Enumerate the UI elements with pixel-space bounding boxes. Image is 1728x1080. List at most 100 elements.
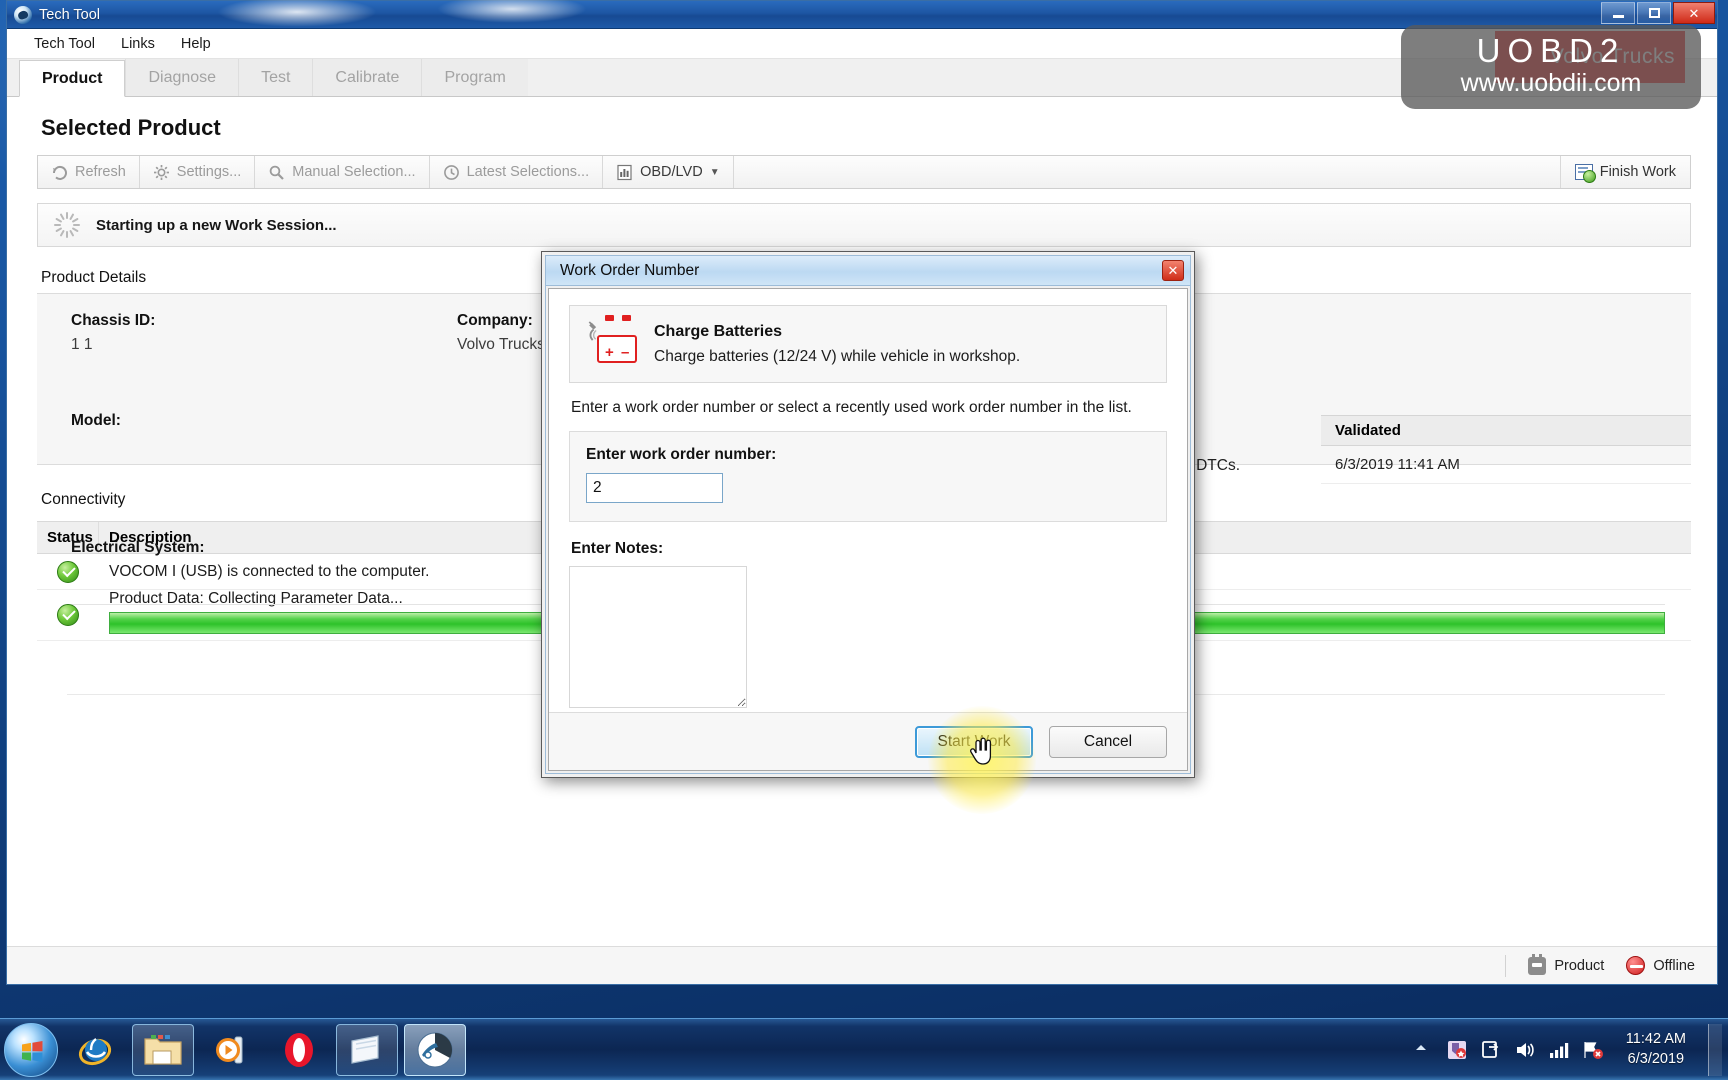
work-order-number-dialog: Work Order Number ✕ + – Charge Batteries… (541, 251, 1195, 778)
refresh-label: Refresh (75, 164, 126, 180)
notice-body: Charge batteries (12/24 V) while vehicle… (654, 347, 1021, 365)
start-button[interactable] (4, 1022, 58, 1077)
work-order-field-group: Enter work order number: (569, 431, 1167, 522)
validated-cell: 6/3/2019 11:41 AM (1321, 446, 1691, 484)
system-tray: 11:42 AM 6/3/2019 (1412, 1023, 1728, 1076)
chart-icon (616, 164, 633, 181)
product-toolbar: Refresh Settings... Manual Selection... … (37, 155, 1691, 189)
notice-heading: Charge Batteries (654, 322, 783, 340)
settings-button[interactable]: Settings... (140, 156, 256, 188)
ribbon-tabs: Product Diagnose Test Calibrate Program (7, 59, 1717, 97)
status-cell (37, 560, 99, 583)
notes-label: Enter Notes: (571, 540, 664, 557)
taskbar-opera[interactable] (268, 1024, 330, 1076)
chevron-down-icon: ▼ (709, 166, 720, 178)
tech-tool-icon (417, 1032, 453, 1067)
finish-work-label: Finish Work (1599, 164, 1676, 180)
taskbar-tech-tool[interactable] (404, 1023, 466, 1076)
offline-icon (1626, 956, 1646, 975)
refresh-button[interactable]: Refresh (38, 156, 140, 188)
windows-logo-icon (22, 1040, 43, 1062)
app-status-bar: Product Offline (7, 946, 1717, 984)
windows-media-player-icon (216, 1036, 243, 1063)
battery-terminal-positive (605, 315, 614, 321)
work-order-input[interactable] (586, 473, 723, 503)
status-product-label: Product (1554, 957, 1605, 974)
obd-lvd-button[interactable]: OBD/LVD ▼ (603, 156, 734, 188)
status-divider (1505, 954, 1507, 977)
status-product[interactable]: Product (1528, 953, 1605, 975)
window-titlebar[interactable]: Tech Tool ✕ (7, 0, 1717, 29)
taskbar-windows-media-player[interactable] (200, 1024, 262, 1076)
tab-product[interactable]: Product (19, 60, 126, 97)
finish-work-button[interactable]: Finish Work (1559, 156, 1690, 188)
show-desktop-button[interactable] (1708, 1023, 1722, 1076)
volume-icon[interactable] (1514, 1039, 1536, 1061)
show-hidden-icons-arrow[interactable] (1412, 1039, 1434, 1061)
dialog-close-button[interactable]: ✕ (1162, 260, 1184, 281)
latest-selections-button[interactable]: Latest Selections... (430, 156, 604, 188)
electrical-system-label: Electrical System: (71, 539, 205, 556)
start-work-button[interactable]: Start Work (915, 725, 1033, 758)
dialog-body: + – Charge Batteries Charge batteries (1… (548, 288, 1188, 771)
security-shield-icon[interactable] (1446, 1039, 1468, 1061)
dialog-content: + – Charge Batteries Charge batteries (1… (549, 289, 1187, 712)
chassis-id-value: 1 1 (71, 336, 93, 353)
status-offline[interactable]: Offline (1626, 956, 1695, 975)
tab-diagnose[interactable]: Diagnose (125, 59, 239, 96)
gear-icon (153, 164, 170, 181)
notes-textarea[interactable] (569, 566, 747, 708)
titlebar-glow (217, 0, 377, 27)
session-status-text: Starting up a new Work Session... (96, 216, 337, 234)
cancel-button[interactable]: Cancel (1049, 725, 1167, 758)
clock-date: 6/3/2019 (1627, 1050, 1685, 1067)
chassis-id-label: Chassis ID: (71, 312, 156, 329)
loading-spinner-icon (54, 212, 80, 238)
manual-selection-label: Manual Selection... (292, 164, 416, 180)
ok-check-icon (57, 604, 79, 626)
menu-bar: Tech Tool Links Help (7, 29, 1717, 59)
dialog-footer: Start Work Cancel (549, 712, 1187, 770)
work-order-label: Enter work order number: (586, 446, 777, 463)
battery-body (597, 335, 637, 363)
network-plug-icon[interactable] (1480, 1039, 1502, 1061)
taskbar-internet-explorer[interactable] (64, 1024, 126, 1076)
status-cell (37, 604, 99, 626)
company-label: Company: (457, 312, 533, 329)
refresh-icon (51, 164, 68, 181)
taskbar-sticky-notes[interactable] (336, 1023, 398, 1076)
battery-minus-symbol: – (621, 344, 630, 361)
opera-icon (285, 1032, 313, 1067)
volvo-brand-text: Volvo Trucks (1549, 45, 1675, 68)
battery-terminal-negative (622, 315, 631, 321)
finish-work-icon (1574, 164, 1596, 183)
dialog-title: Work Order Number (560, 261, 700, 279)
signal-bars-icon[interactable] (1548, 1039, 1570, 1061)
taskbar-windows-explorer[interactable] (132, 1023, 194, 1076)
dialog-instruction: Enter a work order number or select a re… (571, 399, 1132, 416)
charge-battery-icon: + – (586, 315, 638, 367)
taskbar-clock[interactable]: 11:42 AM 6/3/2019 (1616, 1030, 1696, 1069)
dialog-inner-frame: Work Order Number ✕ + – Charge Batteries… (545, 255, 1191, 774)
network-error-flag-icon[interactable] (1582, 1039, 1604, 1061)
tech-tool-icon (14, 5, 32, 24)
tab-program[interactable]: Program (421, 59, 528, 96)
minimize-button[interactable] (1601, 2, 1635, 24)
titlebar-glow-2 (437, 0, 587, 23)
clock-time: 11:42 AM (1625, 1030, 1686, 1047)
maximize-button[interactable] (1637, 2, 1671, 24)
close-button[interactable]: ✕ (1673, 2, 1715, 24)
menu-links[interactable]: Links (108, 32, 168, 56)
menu-tech-tool[interactable]: Tech Tool (21, 32, 108, 56)
status-offline-label: Offline (1653, 957, 1695, 974)
tab-calibrate[interactable]: Calibrate (312, 59, 422, 96)
notice-text: Charge Batteries Charge batteries (12/24… (654, 323, 1020, 366)
menu-help[interactable]: Help (168, 32, 224, 56)
validated-column-header: Validated (1321, 415, 1691, 446)
dialog-titlebar[interactable]: Work Order Number ✕ (546, 256, 1190, 286)
tab-test[interactable]: Test (238, 59, 313, 96)
ok-check-icon (57, 560, 79, 583)
manual-selection-button[interactable]: Manual Selection... (255, 156, 430, 188)
latest-selections-label: Latest Selections... (466, 164, 590, 180)
